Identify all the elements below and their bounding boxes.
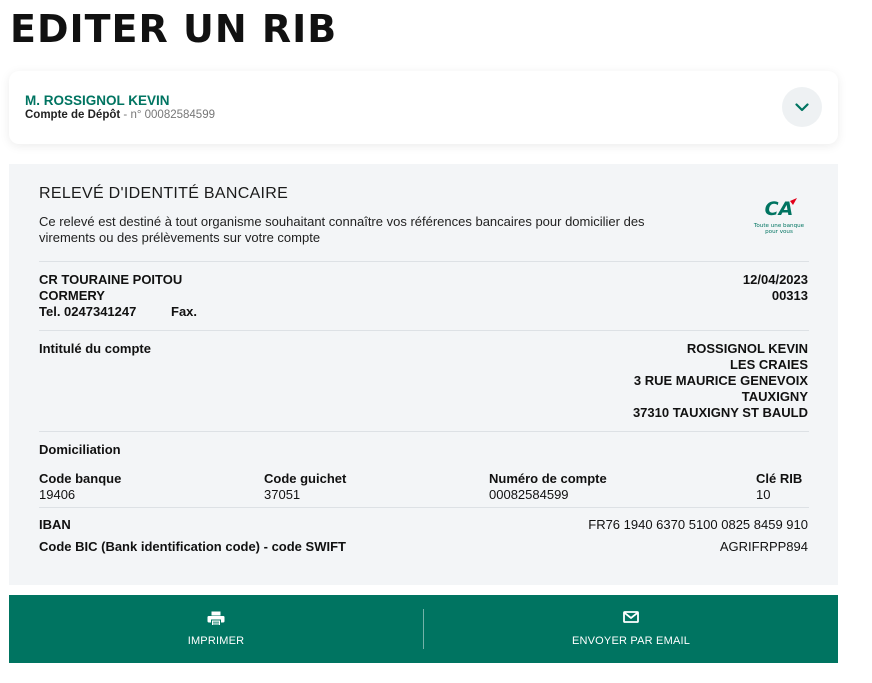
bic-label: Code BIC (Bank identification code) - co…	[39, 539, 346, 554]
account-type: Compte de Dépôt - n° 00082584599	[25, 109, 215, 121]
action-bar: IMPRIMER ENVOYER PAR EMAIL	[9, 595, 838, 663]
holder-line-postcode: 37310 TAUXIGNY ST BAULD	[632, 405, 808, 420]
rib-title: RELEVÉ D'IDENTITÉ BANCAIRE	[39, 185, 289, 202]
logo-tagline-2: pour vous	[765, 229, 793, 235]
domiciliation-label: Domiciliation	[39, 442, 121, 457]
agency-city: CORMERY	[39, 288, 105, 303]
account-number: n° 00082584599	[130, 109, 215, 121]
bic-value: AGRIFRPP894	[719, 539, 808, 554]
account-type-label: Compte de Dépôt	[25, 109, 121, 121]
envelope-icon	[623, 611, 639, 623]
holder-line-address-2: 3 RUE MAURICE GENEVOIX	[633, 373, 808, 388]
printer-icon	[207, 611, 225, 626]
rib-description: Ce relevé est destiné à tout organisme s…	[39, 214, 645, 245]
credit-agricole-logo: CA Toute une banque pour vous	[753, 198, 805, 235]
bank-code-label: Code banque	[39, 471, 122, 486]
agency-phone: Tel. 0247341247	[39, 304, 137, 319]
divider	[39, 261, 809, 262]
holder-line-name: ROSSIGNOL KEVIN	[686, 341, 808, 356]
page-title: EDITER UN RIB	[10, 7, 338, 51]
rib-panel: RELEVÉ D'IDENTITÉ BANCAIRE Ce relevé est…	[9, 164, 838, 585]
agency-name: CR TOURAINE POITOU	[39, 272, 183, 287]
account-number-label: Numéro de compte	[489, 471, 607, 486]
print-button[interactable]: IMPRIMER	[9, 595, 423, 663]
account-dropdown-button[interactable]	[782, 87, 822, 127]
iban-value: FR76 1940 6370 5100 0825 8459 910	[588, 517, 808, 532]
divider	[39, 330, 809, 331]
logo-mark: CA	[765, 198, 794, 220]
branch-code-value: 37051	[264, 487, 301, 502]
rib-key-label: Clé RIB	[756, 471, 803, 486]
rib-key-value: 10	[756, 487, 771, 502]
print-label: IMPRIMER	[187, 635, 245, 647]
agency-code: 00313	[771, 288, 808, 303]
email-button[interactable]: ENVOYER PAR EMAIL	[424, 595, 838, 663]
agency-fax: Fax.	[171, 304, 198, 319]
holder-line-address-1: LES CRAIES	[729, 357, 808, 372]
account-separator: -	[120, 109, 131, 121]
divider	[39, 431, 809, 432]
account-selector[interactable]: M. ROSSIGNOL KEVIN Compte de Dépôt - n° …	[9, 71, 838, 144]
bank-code-value: 19406	[39, 487, 76, 502]
iban-label: IBAN	[39, 517, 71, 532]
account-number-value: 00082584599	[489, 487, 569, 502]
branch-code-label: Code guichet	[264, 471, 347, 486]
account-holder-name: M. ROSSIGNOL KEVIN	[25, 93, 170, 108]
email-label: ENVOYER PAR EMAIL	[571, 635, 691, 647]
rib-date: 12/04/2023	[742, 272, 808, 287]
divider	[39, 507, 809, 508]
holder-line-city: TAUXIGNY	[741, 389, 808, 404]
chevron-down-icon	[795, 102, 809, 111]
account-holder-label: Intitulé du compte	[39, 341, 151, 356]
